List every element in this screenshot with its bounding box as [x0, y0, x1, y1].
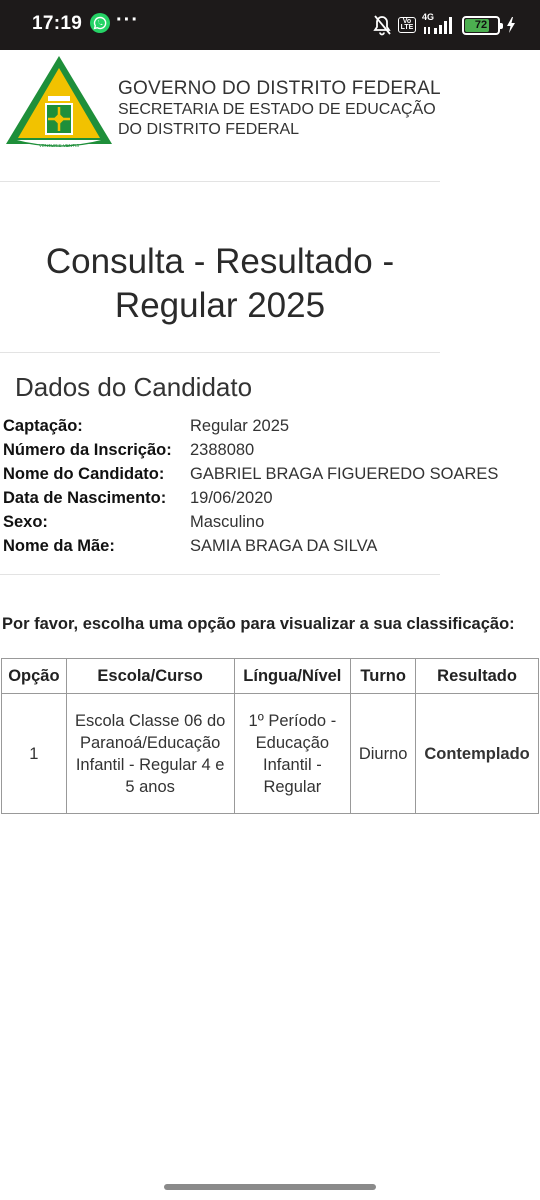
cell-lingua: 1º Período - Educação Infantil - Regular [233, 693, 352, 814]
info-row-nascimento: Data de Nascimento: 19/06/2020 [3, 486, 533, 510]
cell-opcao: 1 [1, 693, 67, 814]
whatsapp-icon [90, 13, 110, 33]
divider [0, 574, 440, 575]
divider [0, 352, 440, 353]
more-dots-icon: ··· [116, 9, 139, 31]
column-header-turno: Turno [350, 658, 417, 694]
divider [0, 181, 440, 182]
info-row-mae: Nome da Mãe: SAMIA BRAGA DA SILVA [3, 534, 533, 558]
status-time: 17:19 [32, 13, 83, 34]
column-header-lingua: Língua/Nível [233, 658, 352, 694]
info-label: Captação: [3, 417, 83, 435]
column-header-escola: Escola/Curso [65, 658, 235, 694]
info-label: Número da Inscrição: [3, 441, 172, 459]
column-header-resultado: Resultado [415, 658, 539, 694]
page-title: Consulta - Resultado - Regular 2025 [45, 242, 395, 325]
home-indicator[interactable] [164, 1184, 376, 1190]
info-label: Data de Nascimento: [3, 489, 167, 507]
logo-motto: VENTURIS VENTIS [39, 143, 79, 148]
secretariat-line-2: DO DISTRITO FEDERAL [118, 121, 300, 138]
column-header-opcao: Opção [1, 658, 67, 694]
candidate-info: Captação: Regular 2025 Número da Inscriç… [3, 414, 533, 558]
table-row[interactable]: 1 Escola Classe 06 do Paranoá/Educação I… [1, 693, 539, 814]
results-table: Opção Escola/Curso Língua/Nível Turno Re… [1, 658, 539, 814]
info-value: 19/06/2020 [190, 489, 273, 507]
info-value: Regular 2025 [190, 417, 290, 435]
info-label: Sexo: [3, 513, 48, 531]
secretariat-line-1: SECRETARIA DE ESTADO DE EDUCAÇÃO [118, 101, 436, 118]
info-row-captacao: Captação: Regular 2025 [3, 414, 533, 438]
info-label: Nome da Mãe: [3, 537, 115, 555]
bell-off-icon [373, 15, 391, 36]
cell-turno: Diurno [350, 693, 417, 814]
header: VENTURIS VENTIS GOVERNO DO DISTRITO FEDE… [0, 50, 540, 182]
volte-icon: Vo LTE [398, 17, 416, 33]
gov-title: GOVERNO DO DISTRITO FEDERAL [118, 78, 441, 99]
header-text: GOVERNO DO DISTRITO FEDERAL SECRETARIA D… [118, 78, 441, 140]
battery-level: 72 [474, 18, 488, 31]
table-header-row: Opção Escola/Curso Língua/Nível Turno Re… [1, 658, 539, 694]
battery-icon: 72 [462, 15, 503, 35]
info-value: SAMIA BRAGA DA SILVA [190, 537, 378, 555]
cell-escola: Escola Classe 06 do Paranoá/Educação Inf… [65, 693, 235, 814]
cell-resultado: Contemplado [415, 693, 539, 814]
info-value: 2388080 [190, 441, 255, 459]
info-row-sexo: Sexo: Masculino [3, 510, 533, 534]
gdf-logo: VENTURIS VENTIS [6, 56, 112, 148]
network-type-label: 4G [422, 12, 435, 22]
status-bar: 17:19 ··· Vo LTE 4G 72 [0, 0, 540, 50]
info-row-inscricao: Número da Inscrição: 2388080 [3, 438, 533, 462]
candidate-section-title: Dados do Candidato [15, 372, 253, 402]
info-row-nome: Nome do Candidato: GABRIEL BRAGA FIGUERE… [3, 462, 533, 486]
charging-bolt-icon [507, 17, 515, 33]
instruction-text: Por favor, escolha uma opção para visual… [2, 615, 515, 633]
info-value: GABRIEL BRAGA FIGUEREDO SOARES [190, 465, 499, 483]
signal-icon: 4G [422, 12, 456, 35]
info-label: Nome do Candidato: [3, 465, 165, 483]
info-value: Masculino [190, 513, 265, 531]
